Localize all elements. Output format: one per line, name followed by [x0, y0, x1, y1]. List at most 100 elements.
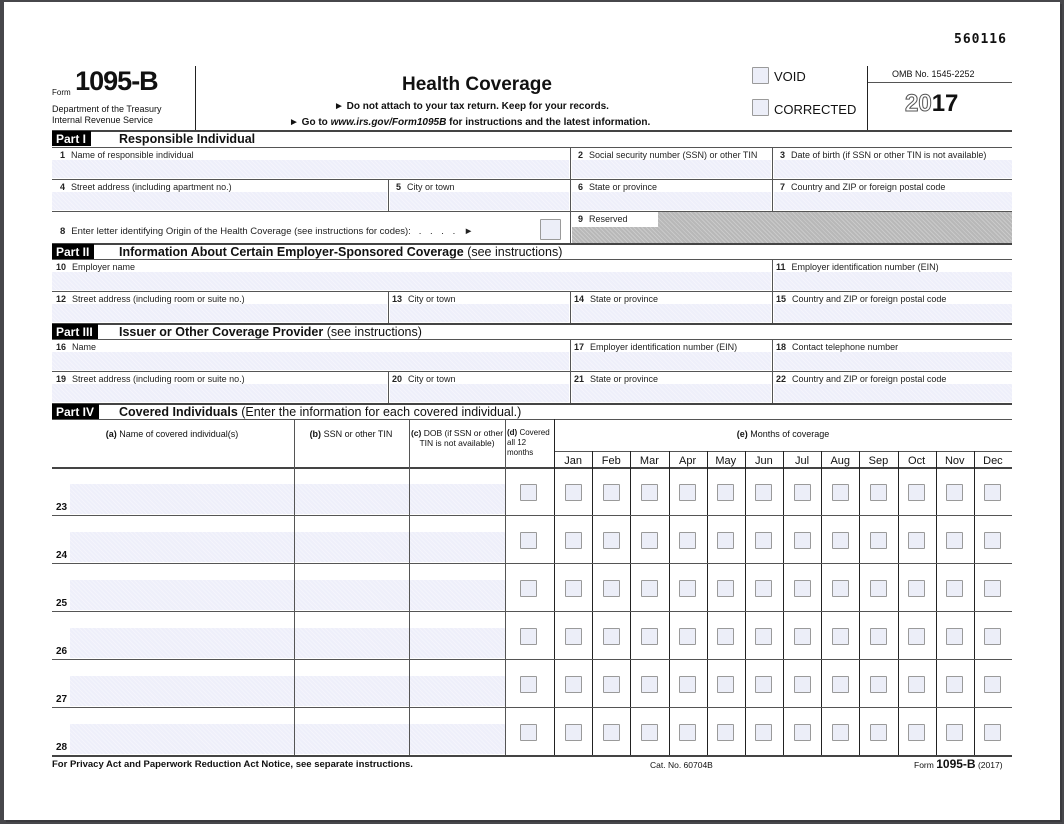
row-26-aug-checkbox[interactable]	[831, 628, 849, 645]
void-checkbox[interactable]	[752, 67, 769, 84]
row-26-mar-checkbox[interactable]	[640, 628, 658, 645]
row-24-ssn-input[interactable]	[295, 532, 409, 562]
row-25-name-input[interactable]	[70, 580, 294, 610]
row-27-ssn-input[interactable]	[295, 676, 409, 706]
field-20-city-input[interactable]	[390, 384, 569, 402]
row-23-nov-checkbox[interactable]	[946, 484, 964, 501]
row-24-may-checkbox[interactable]	[717, 532, 735, 549]
row-26-sep-checkbox[interactable]	[869, 628, 887, 645]
row-23-sep-checkbox[interactable]	[869, 484, 887, 501]
row-28-feb-checkbox[interactable]	[602, 724, 620, 741]
row-25-all-12-months-checkbox[interactable]	[520, 580, 537, 597]
row-26-oct-checkbox[interactable]	[908, 628, 926, 645]
row-28-jul-checkbox[interactable]	[793, 724, 811, 741]
field-11-ein-input[interactable]	[774, 272, 1012, 290]
row-28-dec-checkbox[interactable]	[984, 724, 1002, 741]
row-26-may-checkbox[interactable]	[717, 628, 735, 645]
row-28-dob-input[interactable]	[410, 724, 505, 754]
row-28-aug-checkbox[interactable]	[831, 724, 849, 741]
row-24-dec-checkbox[interactable]	[984, 532, 1002, 549]
row-25-jan-checkbox[interactable]	[564, 580, 582, 597]
row-28-oct-checkbox[interactable]	[908, 724, 926, 741]
row-27-dec-checkbox[interactable]	[984, 676, 1002, 693]
row-27-feb-checkbox[interactable]	[602, 676, 620, 693]
field-2-ssn-input[interactable]	[572, 160, 771, 178]
row-24-dob-input[interactable]	[410, 532, 505, 562]
row-24-jul-checkbox[interactable]	[793, 532, 811, 549]
row-24-mar-checkbox[interactable]	[640, 532, 658, 549]
row-28-sep-checkbox[interactable]	[869, 724, 887, 741]
field-19-street-input[interactable]	[52, 384, 387, 402]
field-21-state-input[interactable]	[572, 384, 771, 402]
row-26-dec-checkbox[interactable]	[984, 628, 1002, 645]
row-23-feb-checkbox[interactable]	[602, 484, 620, 501]
row-25-jun-checkbox[interactable]	[755, 580, 773, 597]
line-8-origin-code-input[interactable]	[540, 219, 561, 240]
row-27-name-input[interactable]	[70, 676, 294, 706]
row-25-aug-checkbox[interactable]	[831, 580, 849, 597]
row-26-jun-checkbox[interactable]	[755, 628, 773, 645]
row-26-apr-checkbox[interactable]	[679, 628, 697, 645]
field-5-city-input[interactable]	[390, 192, 569, 210]
row-28-apr-checkbox[interactable]	[679, 724, 697, 741]
field-15-zip-input[interactable]	[774, 304, 1012, 322]
row-27-oct-checkbox[interactable]	[908, 676, 926, 693]
row-25-feb-checkbox[interactable]	[602, 580, 620, 597]
row-23-jul-checkbox[interactable]	[793, 484, 811, 501]
row-23-may-checkbox[interactable]	[717, 484, 735, 501]
row-25-apr-checkbox[interactable]	[679, 580, 697, 597]
row-28-jun-checkbox[interactable]	[755, 724, 773, 741]
row-27-jun-checkbox[interactable]	[755, 676, 773, 693]
row-28-ssn-input[interactable]	[295, 724, 409, 754]
row-28-mar-checkbox[interactable]	[640, 724, 658, 741]
row-23-aug-checkbox[interactable]	[831, 484, 849, 501]
row-23-mar-checkbox[interactable]	[640, 484, 658, 501]
field-14-state-input[interactable]	[572, 304, 771, 322]
row-25-ssn-input[interactable]	[295, 580, 409, 610]
row-27-apr-checkbox[interactable]	[679, 676, 697, 693]
row-25-sep-checkbox[interactable]	[869, 580, 887, 597]
row-23-jun-checkbox[interactable]	[755, 484, 773, 501]
row-28-nov-checkbox[interactable]	[946, 724, 964, 741]
row-28-jan-checkbox[interactable]	[564, 724, 582, 741]
row-26-jan-checkbox[interactable]	[564, 628, 582, 645]
row-25-may-checkbox[interactable]	[717, 580, 735, 597]
row-27-jul-checkbox[interactable]	[793, 676, 811, 693]
field-12-street-input[interactable]	[52, 304, 387, 322]
row-23-jan-checkbox[interactable]	[564, 484, 582, 501]
row-24-feb-checkbox[interactable]	[602, 532, 620, 549]
row-28-name-input[interactable]	[70, 724, 294, 754]
row-25-nov-checkbox[interactable]	[946, 580, 964, 597]
row-27-jan-checkbox[interactable]	[564, 676, 582, 693]
row-26-nov-checkbox[interactable]	[946, 628, 964, 645]
row-28-may-checkbox[interactable]	[717, 724, 735, 741]
row-26-jul-checkbox[interactable]	[793, 628, 811, 645]
field-4-street-input[interactable]	[52, 192, 387, 210]
row-25-oct-checkbox[interactable]	[908, 580, 926, 597]
row-27-may-checkbox[interactable]	[717, 676, 735, 693]
row-24-nov-checkbox[interactable]	[946, 532, 964, 549]
field-17-ein-input[interactable]	[572, 352, 771, 370]
row-24-sep-checkbox[interactable]	[869, 532, 887, 549]
row-25-jul-checkbox[interactable]	[793, 580, 811, 597]
field-13-city-input[interactable]	[390, 304, 569, 322]
row-24-aug-checkbox[interactable]	[831, 532, 849, 549]
row-27-sep-checkbox[interactable]	[869, 676, 887, 693]
row-26-name-input[interactable]	[70, 628, 294, 658]
row-26-dob-input[interactable]	[410, 628, 505, 658]
row-24-oct-checkbox[interactable]	[908, 532, 926, 549]
row-23-ssn-input[interactable]	[295, 484, 409, 514]
row-23-apr-checkbox[interactable]	[679, 484, 697, 501]
field-18-phone-input[interactable]	[774, 352, 1012, 370]
row-26-ssn-input[interactable]	[295, 628, 409, 658]
field-1-name-input[interactable]	[52, 160, 569, 178]
row-23-dec-checkbox[interactable]	[984, 484, 1002, 501]
field-10-employer-name-input[interactable]	[52, 272, 771, 290]
row-23-all-12-months-checkbox[interactable]	[520, 484, 537, 501]
row-24-name-input[interactable]	[70, 532, 294, 562]
field-3-dob-input[interactable]	[774, 160, 1012, 178]
field-7-zip-input[interactable]	[774, 192, 1012, 210]
row-27-nov-checkbox[interactable]	[946, 676, 964, 693]
row-27-mar-checkbox[interactable]	[640, 676, 658, 693]
row-28-all-12-months-checkbox[interactable]	[520, 724, 537, 741]
